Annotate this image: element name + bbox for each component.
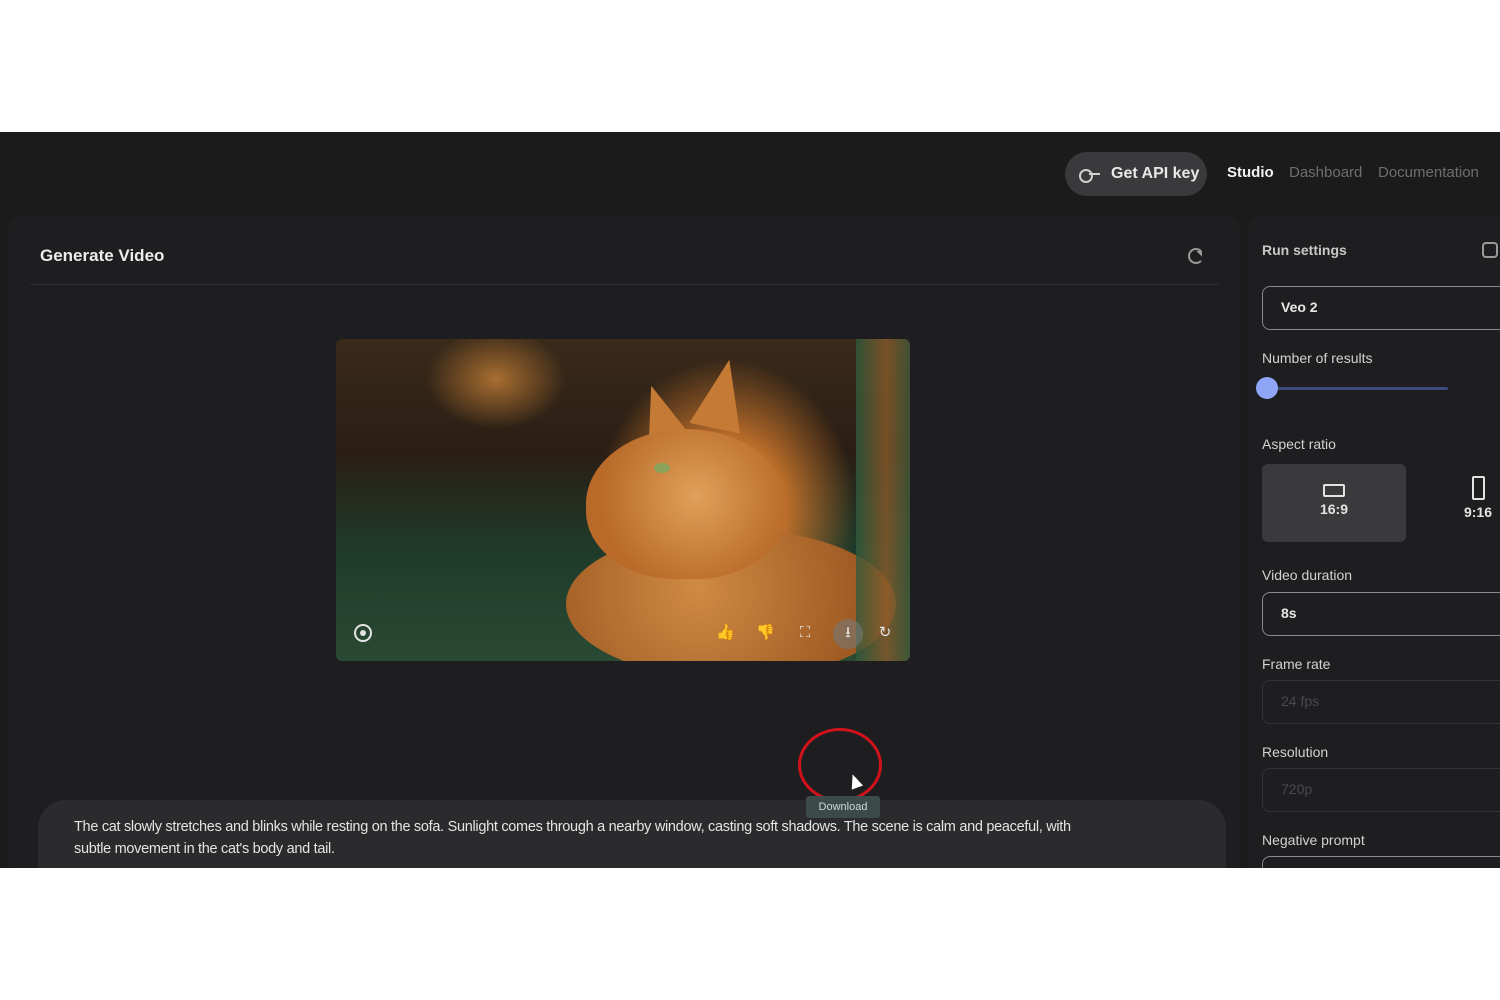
aspect-option-16-9[interactable]: 16:9 <box>1262 464 1406 542</box>
get-api-key-label: Get API key <box>1111 165 1200 182</box>
thumbs-down-icon[interactable]: 👎 <box>756 624 775 642</box>
nav-documentation[interactable]: Documentation <box>1378 164 1479 181</box>
highlight-circle <box>798 728 882 802</box>
frame-rate-label: Frame rate <box>1262 656 1331 672</box>
duration-select[interactable]: 8s <box>1262 592 1500 636</box>
get-api-key-button[interactable]: Get API key <box>1065 152 1207 196</box>
video-cat-head <box>586 429 786 579</box>
aspect-option-label: 9:16 <box>1463 504 1493 520</box>
video-cat-ear <box>689 354 755 434</box>
video-cat-eye <box>654 463 670 473</box>
nav-dashboard[interactable]: Dashboard <box>1289 164 1362 181</box>
settings-code-icon[interactable] <box>1482 242 1498 258</box>
duration-label: Video duration <box>1262 567 1353 583</box>
prompt-text[interactable]: The cat slowly stretches and blinks whil… <box>74 816 1074 860</box>
play-icon[interactable] <box>354 624 372 642</box>
frame-rate-select[interactable]: 24 fps <box>1262 680 1500 724</box>
aspect-option-9-16[interactable]: 9:16 <box>1406 464 1500 542</box>
download-tooltip: Download <box>806 796 880 818</box>
results-slider-thumb[interactable] <box>1256 377 1278 399</box>
page-title: Generate Video <box>40 246 165 265</box>
top-navigation: Get API key Studio Dashboard Documentati… <box>0 132 1500 214</box>
video-pillow <box>856 339 910 661</box>
landscape-icon <box>1323 484 1345 497</box>
negative-prompt-input[interactable] <box>1262 856 1500 868</box>
download-icon[interactable]: ⭳ <box>833 619 863 649</box>
key-icon <box>1079 168 1101 183</box>
fullscreen-icon[interactable]: ⛶ <box>796 624 814 642</box>
prompt-box[interactable]: The cat slowly stretches and blinks whil… <box>38 800 1226 868</box>
share-icon[interactable]: ↻ <box>876 624 894 642</box>
resolution-select[interactable]: 720p <box>1262 768 1500 812</box>
negative-prompt-label: Negative prompt <box>1262 832 1365 848</box>
thumbs-up-icon[interactable]: 👍 <box>716 624 735 642</box>
resolution-label: Resolution <box>1262 744 1329 760</box>
settings-title: Run settings <box>1262 242 1347 258</box>
run-settings-panel: Run settings Veo 2 Number of results Asp… <box>1248 216 1500 868</box>
aspect-label: Aspect ratio <box>1262 436 1336 452</box>
portrait-icon <box>1471 476 1485 500</box>
nav-studio[interactable]: Studio <box>1227 164 1274 181</box>
results-label: Number of results <box>1262 350 1373 366</box>
divider <box>30 284 1220 285</box>
model-select[interactable]: Veo 2 <box>1262 286 1500 330</box>
aspect-option-label: 16:9 <box>1319 501 1349 517</box>
app-window: Get API key Studio Dashboard Documentati… <box>0 132 1500 868</box>
refresh-icon[interactable] <box>1188 248 1204 264</box>
results-slider-track[interactable] <box>1268 387 1448 390</box>
generate-video-panel: Generate Video 👍 👎 ⛶ ⭳ ↻ The cat slowly … <box>8 216 1240 868</box>
video-player[interactable]: 👍 👎 ⛶ ⭳ ↻ <box>336 339 910 661</box>
